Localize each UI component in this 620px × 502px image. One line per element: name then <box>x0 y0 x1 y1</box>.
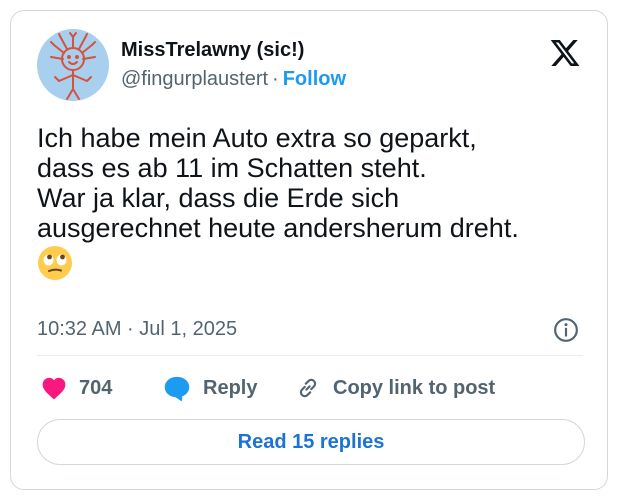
like-button[interactable]: 704 <box>41 373 112 403</box>
rolling-eyes-emoji-icon <box>38 246 72 280</box>
divider <box>37 355 583 356</box>
x-logo-icon[interactable] <box>549 37 581 69</box>
like-count: 704 <box>79 376 113 399</box>
user-handle[interactable]: @fingurplaustert <box>121 68 268 90</box>
copy-link-label: Copy link to post <box>333 376 496 399</box>
speech-bubble-icon <box>164 376 190 401</box>
tweet-text: Ich habe mein Auto extra so geparkt, das… <box>37 123 587 287</box>
separator-dot: · <box>272 68 279 90</box>
info-icon[interactable] <box>553 317 579 343</box>
follow-button[interactable]: Follow <box>283 68 346 90</box>
reply-button[interactable]: Reply <box>163 373 257 403</box>
copy-link-button[interactable]: Copy link to post <box>295 373 495 403</box>
tweet-line: Ich habe mein Auto extra so geparkt, <box>37 123 477 153</box>
tweet-line: dass es ab 11 im Schatten steht. <box>37 153 427 183</box>
action-bar: 704 Reply Copy link to post <box>37 373 583 403</box>
tweet-line: War ja klar, dass die Erde sich <box>37 183 400 213</box>
meta-row: 10:32 AM · Jul 1, 2025 <box>37 315 583 343</box>
reply-label: Reply <box>203 376 258 399</box>
read-replies-button[interactable]: Read 15 replies <box>37 419 585 465</box>
link-icon <box>299 378 317 398</box>
timestamp[interactable]: 10:32 AM · Jul 1, 2025 <box>37 318 237 340</box>
avatar[interactable] <box>37 29 109 101</box>
heart-icon <box>42 377 66 400</box>
display-name[interactable]: MissTrelawny (sic!) <box>121 38 346 62</box>
tweet-card: MissTrelawny (sic!) @fingurplaustert · Fol… <box>10 10 608 490</box>
tweet-line: ausgerechnet heute andersherum dreht. <box>37 213 519 243</box>
tweet-header: MissTrelawny (sic!) @fingurplaustert · Fol… <box>37 29 583 101</box>
author-info: MissTrelawny (sic!) @fingurplaustert · Fol… <box>121 38 346 92</box>
handle-row: @fingurplaustert · Follow <box>121 66 346 92</box>
stick-figure-avatar-icon <box>50 32 96 100</box>
